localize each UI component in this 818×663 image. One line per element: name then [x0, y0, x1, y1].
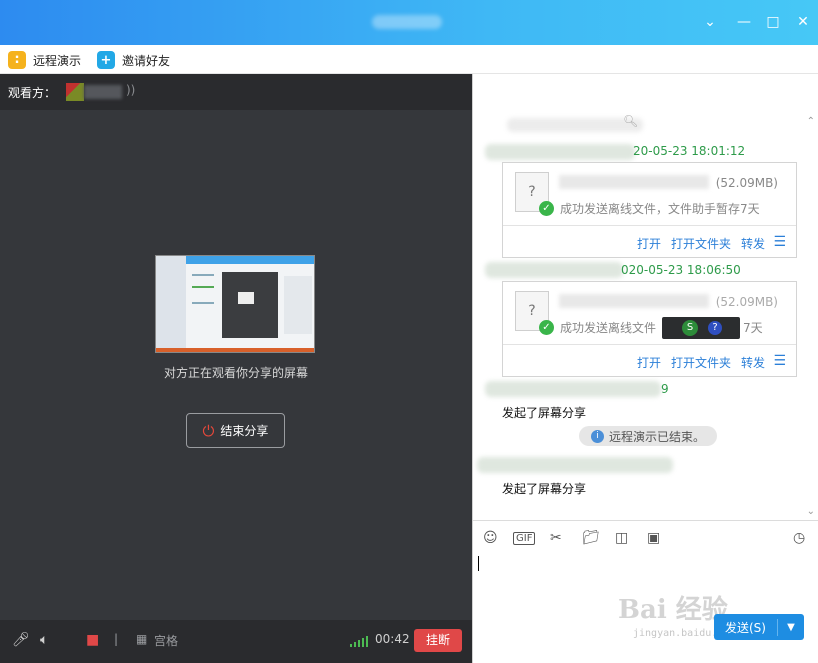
viewer-bar: 观看方： )) [0, 74, 472, 110]
emoji-icon[interactable]: ☺ [483, 530, 498, 546]
sender-name-blurred [485, 144, 635, 160]
call-timer: 00:42 [375, 632, 410, 646]
send-button[interactable]: 发送(S) ▼ [714, 614, 804, 640]
shared-screen-thumbnail [155, 255, 315, 353]
message-text: 发起了屏幕分享 [502, 482, 587, 496]
file-name-blurred [559, 294, 709, 308]
minimize-icon[interactable]: — [734, 12, 754, 32]
chevron-down-icon[interactable]: ▼ [778, 622, 804, 633]
sharing-status-text: 对方正在观看你分享的屏幕 [163, 366, 308, 380]
file-message-card: ? (52.09MB) ✓ 成功发送离线文件 7天 打开 打开文件夹 转发 ☰ [502, 281, 797, 377]
send-status-text: 成功发送离线文件 [560, 321, 657, 335]
message-time-tail: 9 [661, 382, 669, 396]
system-tip: i 远程演示已结束。 [579, 426, 717, 446]
input-toolbar: ☺ GIF ✂ 📁︎ ◫ ▣ ◷ [473, 520, 818, 554]
remote-demo-label: 远程演示 [33, 53, 82, 68]
ime-toolbar[interactable]: S ? [662, 317, 740, 339]
check-icon: ✓ [539, 320, 554, 335]
file-name-blurred [559, 175, 709, 189]
open-folder-link[interactable]: 打开文件夹 [671, 354, 731, 371]
invite-friend-button[interactable]: + 邀请好友 [97, 49, 170, 71]
camera-off-icon[interactable]: ■ [86, 632, 99, 648]
sender-name-blurred [485, 262, 623, 278]
forward-link[interactable]: 转发 [741, 235, 765, 252]
end-share-label: 结束分享 [220, 424, 269, 438]
open-link[interactable]: 打开 [637, 354, 661, 371]
send-status: ✓ 成功发送离线文件 [539, 319, 656, 336]
check-icon: ✓ [539, 201, 554, 216]
text-input-caret[interactable] [478, 556, 479, 571]
collapse-icon[interactable]: ⌄ [700, 12, 720, 32]
speaker-icon[interactable]: 🔈︎ [40, 632, 48, 648]
microphone-icon[interactable]: 🎤︎ [12, 632, 30, 648]
scroll-up-icon[interactable]: ⌃ [807, 116, 815, 127]
send-label: 发送(S) [714, 618, 778, 636]
search-icon: 🔍︎ [623, 114, 639, 128]
open-folder-link[interactable]: 打开文件夹 [671, 235, 731, 252]
help-icon: ? [708, 321, 722, 335]
forward-link[interactable]: 转发 [741, 354, 765, 371]
thumbnail-drawing [156, 256, 314, 352]
remote-demo-button[interactable]: ∶ 远程演示 [8, 49, 81, 71]
baidu-watermark: Bai 经验 [618, 595, 728, 625]
message-time: 20-05-23 18:01:12 [633, 144, 746, 158]
add-icon: + [97, 51, 115, 69]
grid-icon[interactable]: ▦ [136, 632, 147, 646]
scissors-icon[interactable]: ✂ [550, 530, 562, 546]
card-divider [503, 344, 796, 345]
window-title-blurred [372, 15, 442, 29]
system-tip-text: 远程演示已结束。 [608, 429, 705, 444]
top-toolbar: ∶ 远程演示 + 邀请好友 [0, 45, 818, 74]
open-link[interactable]: 打开 [637, 235, 661, 252]
viewer-name-blurred [84, 85, 122, 99]
message-text: 发起了屏幕分享 [502, 406, 587, 420]
send-status: ✓ 成功发送离线文件，文件助手暂存7天 [539, 200, 760, 217]
viewer-label: 观看方： [8, 86, 57, 100]
end-share-button[interactable]: ⏻ 结束分享 [186, 413, 285, 448]
folder-icon[interactable]: 📁︎ [582, 530, 600, 546]
file-size: (52.09MB) [715, 295, 778, 309]
scroll-down-icon[interactable]: ⌄ [807, 506, 815, 517]
sender-name-blurred [485, 381, 661, 397]
chat-pane: ⌃ 🔍︎ 20-05-23 18:01:12 ? (52.09MB) ✓ 成功发… [472, 74, 818, 663]
send-status-tail: 7天 [743, 321, 763, 335]
gif-icon[interactable]: GIF [513, 532, 536, 545]
file-message-card: ? (52.09MB) ✓ 成功发送离线文件，文件助手暂存7天 打开 打开文件夹… [502, 162, 797, 258]
remote-demo-icon: ∶ [8, 51, 26, 69]
info-icon: i [590, 429, 604, 443]
sogou-ime-icon: S [682, 320, 698, 336]
image-icon[interactable]: ▣ [647, 530, 660, 546]
screen-share-pane: 观看方： )) 对方正在观看你分享的屏幕 ⏻ 结束分享 🎤︎ 🔈︎ ■ | ▦ … [0, 74, 472, 663]
call-controls-bar: 🎤︎ 🔈︎ ■ | ▦ 宫格 00:42 挂断 [0, 620, 472, 663]
invite-friend-label: 邀请好友 [122, 53, 171, 68]
close-icon[interactable]: ✕ [793, 12, 813, 32]
menu-icon[interactable]: ☰ [773, 353, 786, 369]
message-time: 020-05-23 18:06:50 [621, 263, 741, 277]
maximize-icon[interactable]: □ [763, 12, 783, 32]
card-divider [503, 225, 796, 226]
power-icon: ⏻ [202, 421, 215, 440]
file-size: (52.09MB) [715, 176, 778, 190]
divider: | [114, 632, 119, 646]
grid-label[interactable]: 宫格 [154, 632, 178, 649]
sender-name-blurred [477, 457, 673, 473]
hangup-button[interactable]: 挂断 [414, 629, 462, 652]
signal-strength-icon [350, 635, 368, 647]
history-clock-icon[interactable]: ◷ [793, 530, 805, 546]
send-status-text: 成功发送离线文件，文件助手暂存7天 [560, 202, 760, 216]
menu-icon[interactable]: ☰ [773, 234, 786, 250]
remote-assist-icon[interactable]: ◫ [615, 530, 628, 546]
viewer-avatar [66, 83, 84, 101]
sound-wave-icon: )) [126, 83, 136, 97]
title-bar: ⌄ — □ ✕ [0, 0, 818, 45]
